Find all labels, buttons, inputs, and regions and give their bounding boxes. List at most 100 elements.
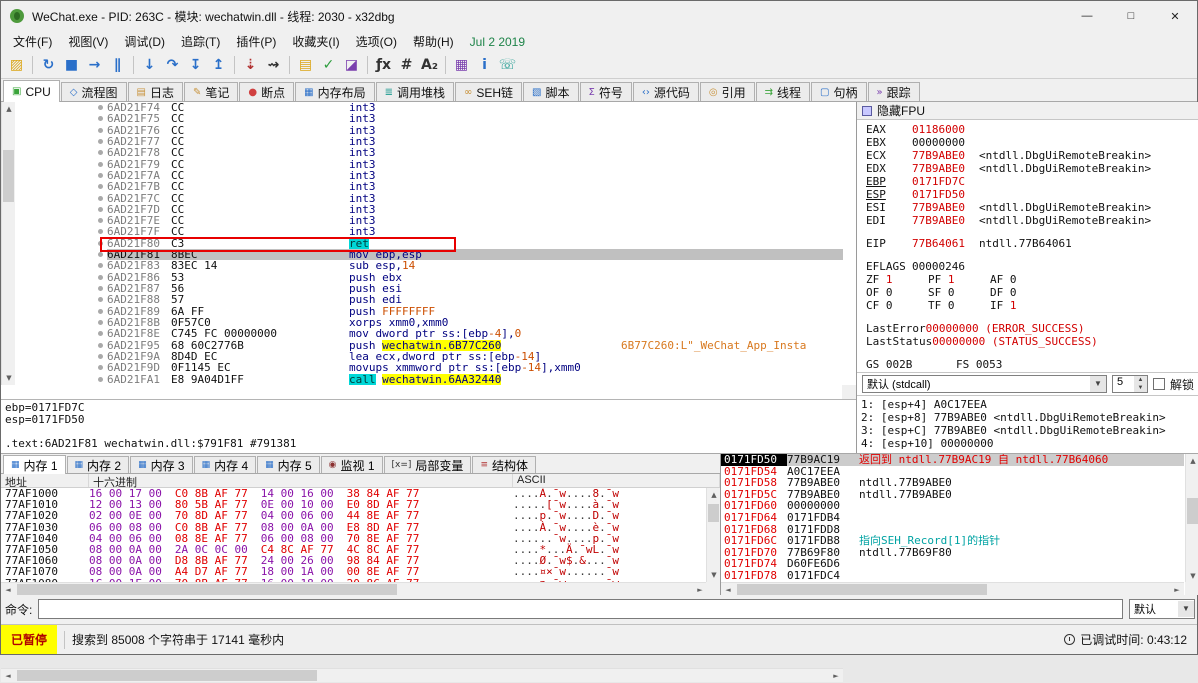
compare-icon[interactable]: ◪	[340, 54, 363, 76]
tab-breakpoints[interactable]: ●断点	[239, 82, 294, 101]
tab-dump-4[interactable]: ▦内存 4	[194, 456, 257, 473]
flag-sf[interactable]: SF 0	[928, 286, 990, 299]
favourites-icon[interactable]: ƒx	[372, 54, 395, 76]
info-icon[interactable]: i	[473, 54, 496, 76]
tab-dump-2[interactable]: ▦内存 2	[67, 456, 130, 473]
step-over-icon[interactable]: ↷	[161, 54, 184, 76]
chevron-down-icon[interactable]: ▼	[1178, 601, 1194, 617]
flag-fs[interactable]: FS 0053	[956, 358, 1046, 371]
scroll-right-arrow[interactable]: ►	[1170, 583, 1184, 595]
menu-item-5[interactable]: 收藏夹(I)	[284, 31, 347, 52]
open-file-icon[interactable]: ▨	[5, 54, 28, 76]
tab-threads[interactable]: ⇉线程	[756, 82, 810, 101]
tab-source[interactable]: ‹›源代码	[633, 82, 699, 101]
register-value[interactable]: 77B64061	[912, 237, 965, 250]
scroll-thumb[interactable]	[1187, 498, 1198, 524]
scroll-left-arrow[interactable]: ◄	[1, 583, 15, 595]
breakpoint-gutter[interactable]	[1, 102, 107, 113]
flag-zf[interactable]: ZF 1	[866, 273, 928, 286]
column-header-hex[interactable]: 十六进制	[89, 474, 513, 487]
step-into-icon[interactable]: ↓	[138, 54, 161, 76]
flag-gs[interactable]: GS 002B	[866, 358, 956, 371]
tab-cpu[interactable]: ▣CPU	[3, 80, 60, 102]
log-icon[interactable]: ▤	[294, 54, 317, 76]
tab-log[interactable]: ▤日志	[128, 82, 183, 101]
breakpoint-gutter[interactable]	[1, 215, 107, 226]
hide-fpu-label[interactable]: 隐藏FPU	[877, 102, 925, 119]
register-value[interactable]: 00000246	[912, 260, 965, 273]
command-input[interactable]	[38, 599, 1123, 619]
breakpoint-gutter[interactable]	[1, 328, 107, 339]
breakpoint-gutter[interactable]	[1, 317, 107, 328]
disasm-row[interactable]: 6AD21F80C3ret	[1, 238, 843, 249]
register-value[interactable]: 0171FD7C	[912, 175, 965, 188]
register-value[interactable]: 77B9ABE0	[912, 201, 965, 214]
register-row[interactable]: EBX00000000	[866, 136, 1198, 149]
breakpoint-gutter[interactable]	[1, 340, 107, 351]
flag-pf[interactable]: PF 1	[928, 273, 990, 286]
flag-if[interactable]: IF 1	[990, 299, 1052, 312]
maximize-button[interactable]: □	[1109, 1, 1153, 31]
disasm-row[interactable]: 6AD21F75CCint3	[1, 113, 843, 124]
register-row[interactable]: ESP0171FD50	[866, 188, 1198, 201]
column-header-ascii[interactable]: ASCII	[513, 474, 720, 487]
disassembly-hscrollbar[interactable]: ◄ ►	[1, 668, 843, 682]
disasm-row[interactable]: 6AD21F78CCint3	[1, 147, 843, 158]
register-row[interactable]: ESI77B9ABE0<ntdll.DbgUiRemoteBreakin>	[866, 201, 1198, 214]
scroll-thumb[interactable]	[17, 670, 317, 681]
scroll-right-arrow[interactable]: ►	[829, 669, 843, 683]
calling-convention-combo[interactable]: 默认 (stdcall) ▼	[862, 375, 1107, 393]
scroll-thumb[interactable]	[708, 504, 719, 522]
step-out-icon[interactable]: ↥	[207, 54, 230, 76]
register-row[interactable]: EIP77B64061ntdll.77B64061	[866, 237, 1198, 250]
scroll-thumb[interactable]	[17, 584, 397, 595]
tab-graph[interactable]: ◇流程图	[61, 82, 127, 101]
register-row[interactable]: OF 0SF 0DF 0	[866, 286, 1198, 299]
scroll-left-arrow[interactable]: ◄	[721, 583, 735, 595]
flag-df[interactable]: DF 0	[990, 286, 1052, 299]
patches-icon[interactable]: ✓	[317, 54, 340, 76]
disasm-row[interactable]: 6AD21F8383EC 14sub esp,14	[1, 260, 843, 271]
breakpoint-gutter[interactable]	[1, 136, 107, 147]
tab-dump-3[interactable]: ▦内存 3	[130, 456, 193, 473]
memory-hscrollbar[interactable]: ◄ ►	[1, 582, 707, 595]
tab-notes[interactable]: ✎笔记	[184, 82, 238, 101]
register-row[interactable]: ECX77B9ABE0<ntdll.DbgUiRemoteBreakin>	[866, 149, 1198, 162]
breakpoint-gutter[interactable]	[1, 249, 107, 260]
tab-call-stack[interactable]: ≣调用堆栈	[376, 82, 454, 101]
register-value[interactable]: 77B9ABE0	[912, 214, 965, 227]
run-icon[interactable]: →	[83, 54, 106, 76]
register-row[interactable]: CF 0TF 0IF 1	[866, 299, 1198, 312]
command-script-combo[interactable]: 默认 ▼	[1129, 599, 1195, 619]
stop-icon[interactable]: ■	[60, 54, 83, 76]
menu-item-4[interactable]: 插件(P)	[228, 31, 284, 52]
assembler-icon[interactable]: A₂	[418, 54, 441, 76]
breakpoint-gutter[interactable]	[1, 351, 107, 362]
scroll-up-arrow[interactable]: ▲	[2, 102, 16, 116]
register-value[interactable]: 77B9ABE0	[912, 162, 965, 175]
scroll-down-arrow[interactable]: ▼	[707, 568, 720, 582]
menu-item-3[interactable]: 追踪(T)	[173, 31, 228, 52]
tab-dump-1[interactable]: ▦内存 1	[3, 455, 66, 474]
scroll-thumb[interactable]	[737, 584, 987, 595]
menu-item-1[interactable]: 视图(V)	[60, 31, 116, 52]
execute-till-return-icon[interactable]: ↧	[184, 54, 207, 76]
scroll-up-arrow[interactable]: ▲	[1186, 454, 1198, 468]
breakpoint-gutter[interactable]	[1, 204, 107, 215]
breakpoint-gutter[interactable]	[1, 238, 107, 249]
tab-symbols[interactable]: Σ符号	[580, 82, 632, 101]
stack-arg-4[interactable]: 4: [esp+10] 00000000	[861, 437, 1195, 450]
register-value[interactable]: 0171FD50	[912, 188, 965, 201]
stack-arg-3[interactable]: 3: [esp+C] 77B9ABE0 <ntdll.DbgUiRemoteBr…	[861, 424, 1195, 437]
scroll-thumb[interactable]	[3, 150, 14, 202]
disasm-row[interactable]: 6AD21F9D0F1145 ECmovups xmmword ptr ss:[…	[1, 362, 843, 373]
register-row[interactable]: ZF 1PF 1AF 0	[866, 273, 1198, 286]
stack-row[interactable]: 0171FD780171FDC4	[721, 570, 1184, 582]
register-value[interactable]: 77B9ABE0	[912, 149, 965, 162]
breakpoint-gutter[interactable]	[1, 226, 107, 237]
stack-vscrollbar[interactable]: ▲ ▼	[1185, 454, 1198, 583]
breakpoint-gutter[interactable]	[1, 147, 107, 158]
tab-seh[interactable]: ∞SEH链	[455, 82, 522, 101]
unlock-checkbox[interactable]	[1153, 378, 1165, 390]
scroll-down-arrow[interactable]: ▼	[1186, 569, 1198, 583]
